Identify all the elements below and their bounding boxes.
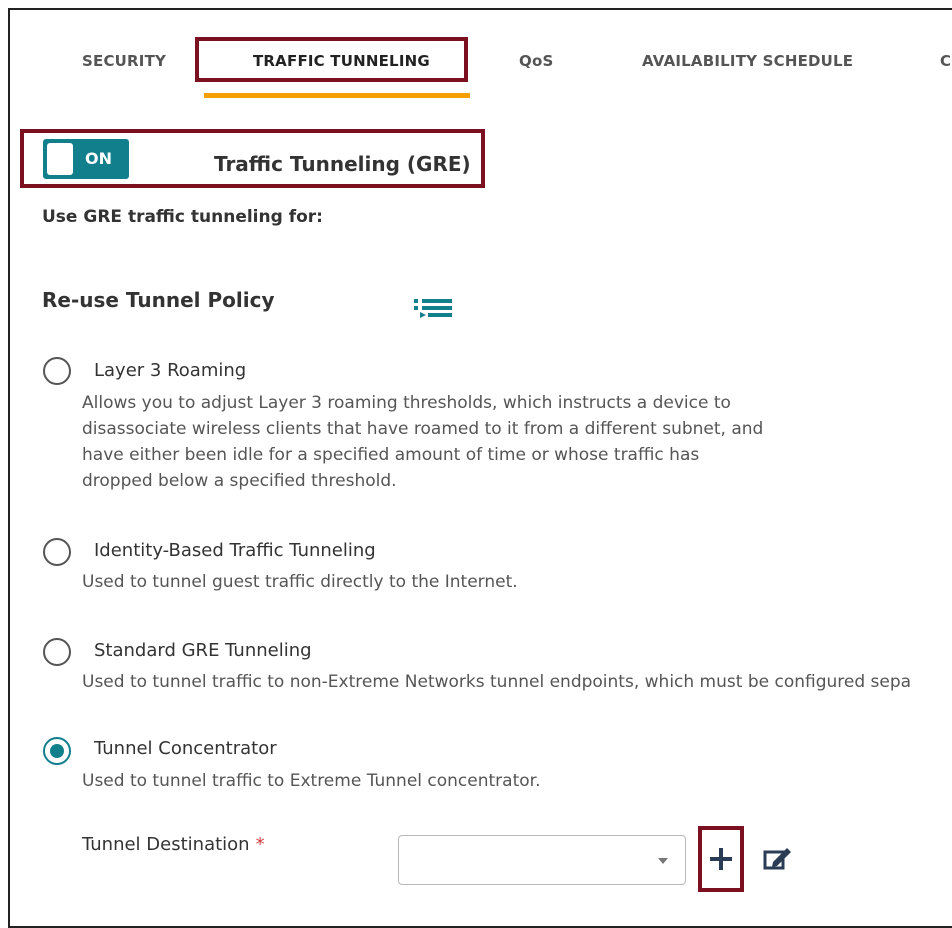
tunnel-destination-select[interactable] [398,835,686,885]
radio-layer3-roaming[interactable] [43,357,71,385]
edit-icon[interactable] [763,846,793,876]
tab-truncated[interactable]: C [940,52,951,70]
radio-standard-gre[interactable] [43,638,71,666]
traffic-tunneling-toggle[interactable]: ON [43,139,129,179]
required-mark: * [255,834,265,855]
tab-security[interactable]: SECURITY [82,52,166,70]
tunnel-destination-label: Tunnel Destination * [82,834,265,855]
tab-availability-schedule[interactable]: AVAILABILITY SCHEDULE [642,52,853,70]
subheading: Use GRE traffic tunneling for: [42,207,323,227]
chevron-down-icon [658,858,668,864]
option-desc-identity-based: Used to tunnel guest traffic directly to… [82,572,518,592]
tunnel-destination-label-text: Tunnel Destination [82,834,250,855]
toggle-state-label: ON [85,149,112,168]
list-icon[interactable] [414,297,454,323]
option-label-standard-gre: Standard GRE Tunneling [94,640,312,661]
option-label-identity-based: Identity-Based Traffic Tunneling [94,540,376,561]
option-label-tunnel-concentrator: Tunnel Concentrator [94,738,277,759]
tab-highlight-box [195,37,468,82]
active-tab-underline [204,93,470,98]
option-desc-layer3-roaming: Allows you to adjust Layer 3 roaming thr… [82,393,764,491]
tab-qos[interactable]: QoS [519,52,553,70]
option-desc-tunnel-concentrator: Used to tunnel traffic to Extreme Tunnel… [82,771,541,791]
radio-tunnel-concentrator[interactable] [43,737,71,765]
reuse-policy-title: Re-use Tunnel Policy [42,288,275,312]
toggle-knob [47,143,73,175]
toggle-title: Traffic Tunneling (GRE) [214,152,471,176]
option-label-layer3-roaming: Layer 3 Roaming [94,360,247,381]
radio-identity-based[interactable] [43,538,71,566]
option-desc-standard-gre: Used to tunnel traffic to non-Extreme Ne… [82,672,912,692]
plus-icon[interactable] [708,846,734,876]
